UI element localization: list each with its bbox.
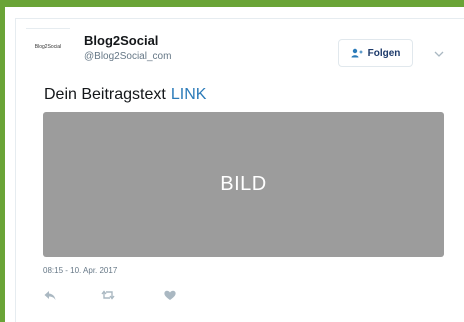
timestamp[interactable]: 08:15 - 10. Apr. 2017	[43, 266, 117, 275]
image-placeholder[interactable]: BILD	[43, 112, 444, 257]
blog2social-logo: Blog2Social	[34, 44, 62, 50]
follow-label: Folgen	[367, 47, 401, 59]
author-name[interactable]: Blog2Social	[84, 33, 158, 48]
heart-icon[interactable]	[163, 288, 177, 302]
tweet-text: Dein Beitragstext LINK	[44, 86, 206, 104]
image-label: BILD	[220, 173, 267, 195]
tweet-link[interactable]: LINK	[171, 86, 207, 103]
follow-button[interactable]: Folgen	[338, 39, 413, 67]
retweet-icon[interactable]	[101, 288, 115, 302]
tweet-body-text: Dein Beitragstext	[44, 86, 166, 103]
avatar[interactable]: Blog2Social	[26, 28, 70, 65]
reply-icon[interactable]	[43, 288, 57, 302]
chevron-down-icon[interactable]	[433, 46, 445, 57]
author-handle[interactable]: @Blog2Social_com	[84, 51, 171, 62]
add-user-icon	[351, 48, 363, 58]
